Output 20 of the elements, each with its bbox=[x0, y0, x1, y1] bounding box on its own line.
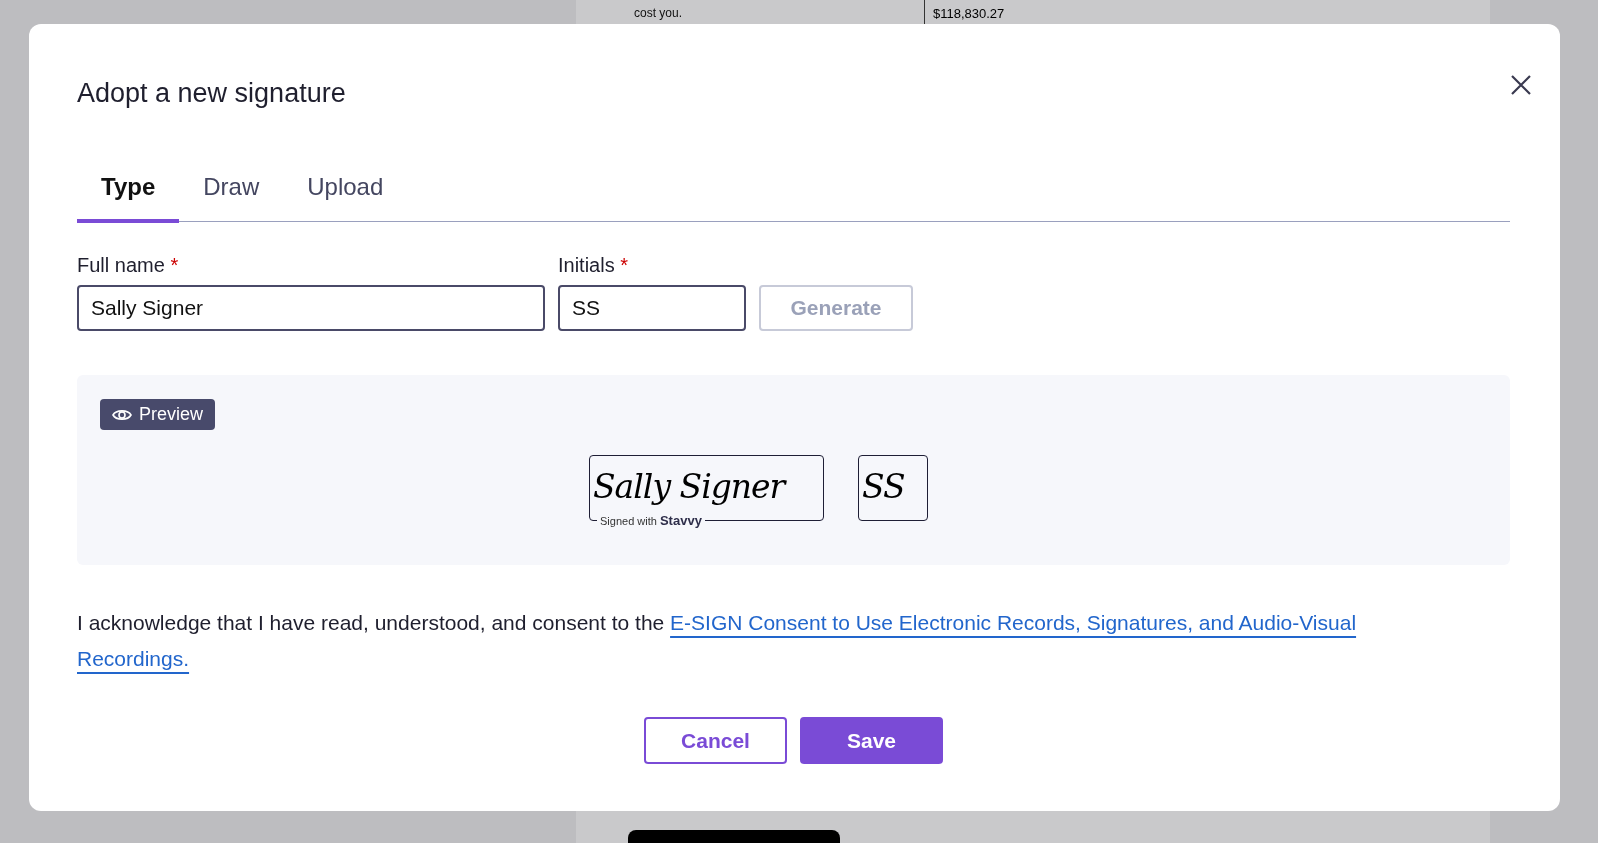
tab[interactable]: Type bbox=[77, 159, 180, 223]
amount-text: $118,830.27 bbox=[933, 6, 1005, 21]
field-label: Full name * bbox=[77, 254, 180, 277]
dialog-title: Adopt a new signature bbox=[77, 78, 347, 109]
save-button[interactable]: Save bbox=[800, 717, 943, 764]
signature-preview: Sally Signer Signed with Stavvy bbox=[589, 455, 824, 528]
preview-badge: Preview bbox=[100, 399, 216, 430]
input-field[interactable]: Sally Signer bbox=[77, 285, 545, 331]
field-label: Initials * bbox=[558, 254, 630, 277]
close-icon[interactable] bbox=[1510, 74, 1532, 96]
initials-preview: SS bbox=[858, 455, 928, 521]
input-field[interactable]: SS bbox=[558, 285, 746, 331]
tab[interactable]: Draw bbox=[179, 159, 284, 223]
eye-icon bbox=[112, 407, 132, 422]
consent-text: I acknowledge that I have read, understood, and consent to the E-SIGN Consent to Use Electronic Records, Signatures, and Audio-Visual Recordings. bbox=[77, 610, 1358, 672]
finance-text: cost you. bbox=[634, 6, 683, 20]
consent-link[interactable]: Recordings. bbox=[77, 647, 190, 670]
tab[interactable]: Upload bbox=[283, 159, 408, 223]
consent-link[interactable]: E-SIGN Consent to Use Electronic Records, Signatures, and Audio-Visual bbox=[670, 611, 1357, 634]
cancel-button[interactable]: Cancel bbox=[644, 717, 787, 764]
